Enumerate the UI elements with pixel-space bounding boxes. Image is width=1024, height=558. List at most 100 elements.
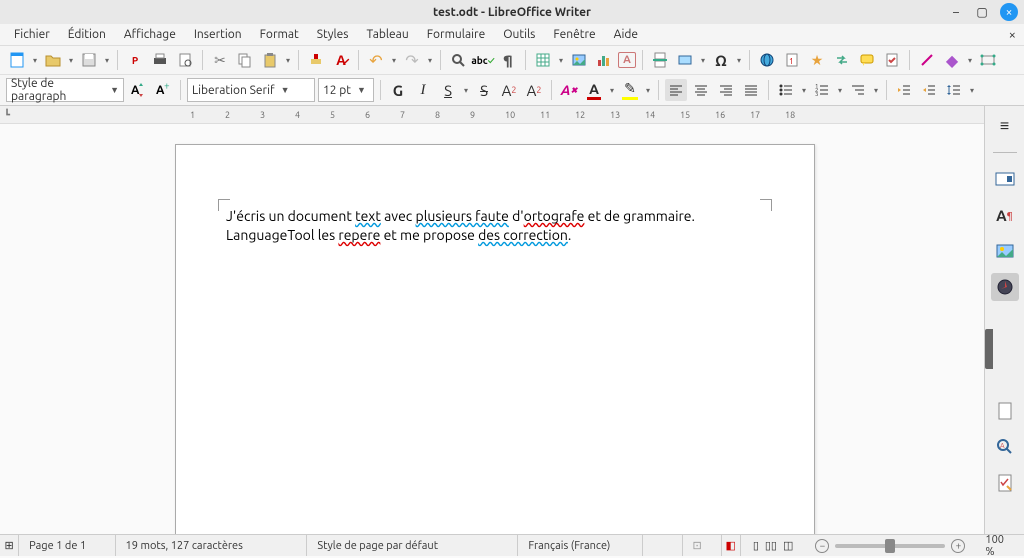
status-language[interactable]: Français (France) — [518, 535, 643, 556]
open-dropdown[interactable]: ▾ — [67, 56, 75, 65]
underline-dropdown[interactable]: ▾ — [462, 86, 470, 95]
sidebar-navigator-icon[interactable] — [991, 273, 1019, 301]
new-style-icon[interactable]: A+ — [152, 79, 174, 101]
clear-direct-format-icon[interactable]: A✖ — [558, 79, 580, 101]
update-style-icon[interactable]: A — [127, 79, 149, 101]
sidebar-menu-icon[interactable]: ≡ — [991, 112, 1019, 140]
field-dropdown[interactable]: ▾ — [699, 56, 707, 65]
font-name-combo[interactable]: Liberation Serif▼ — [187, 78, 315, 102]
minimize-button[interactable]: – — [948, 4, 964, 20]
menu-aide[interactable]: Aide — [606, 26, 646, 43]
menu-fichier[interactable]: Fichier — [6, 26, 58, 43]
insert-footnote-icon[interactable]: 1 — [781, 49, 803, 71]
undo-icon[interactable]: ↶ — [365, 49, 387, 71]
sidebar-collapse-handle[interactable] — [985, 329, 993, 369]
bullet-list-icon[interactable] — [775, 79, 797, 101]
view-book-icon[interactable]: ◫ — [781, 539, 795, 552]
align-center-icon[interactable] — [690, 79, 712, 101]
bullet-dropdown[interactable]: ▾ — [800, 86, 808, 95]
sidebar-inspector-icon[interactable]: A — [991, 433, 1019, 461]
line-spacing-icon[interactable] — [943, 79, 965, 101]
horizontal-ruler[interactable]: ┗ 1 2 3 4 5 6 7 8 9 10 11 12 13 14 15 16… — [0, 106, 984, 124]
track-changes-icon[interactable] — [881, 49, 903, 71]
spellcheck-icon[interactable]: abc✓ — [472, 49, 494, 71]
zoom-in-button[interactable]: + — [951, 539, 965, 553]
outline-list-icon[interactable] — [847, 79, 869, 101]
find-icon[interactable] — [447, 49, 469, 71]
status-signature-icon[interactable]: ◧ — [722, 535, 741, 556]
clear-format-icon[interactable]: A̷ — [330, 49, 352, 71]
save-dropdown[interactable]: ▾ — [103, 56, 111, 65]
fontcolor-dropdown[interactable]: ▾ — [608, 86, 616, 95]
copy-icon[interactable] — [234, 49, 256, 71]
font-size-combo[interactable]: 12 pt▼ — [318, 78, 374, 102]
status-find-icon[interactable]: ⊞ — [0, 535, 19, 556]
increase-indent-icon[interactable] — [893, 79, 915, 101]
paragraph-style-combo[interactable]: Style de paragraph▼ — [6, 78, 124, 102]
page-viewport[interactable]: J'écris un document text avec plusieurs … — [0, 124, 984, 534]
status-pagestyle[interactable]: Style de page par défaut — [307, 535, 518, 556]
menu-format[interactable]: Format — [252, 26, 307, 43]
align-left-icon[interactable] — [665, 79, 687, 101]
shapes-dropdown[interactable]: ▾ — [966, 56, 974, 65]
status-wordcount[interactable]: 19 mots, 127 caractères — [116, 535, 308, 556]
decrease-indent-icon[interactable] — [918, 79, 940, 101]
insert-field-icon[interactable] — [674, 49, 696, 71]
insert-table-icon[interactable] — [532, 49, 554, 71]
document-page[interactable]: J'écris un document text avec plusieurs … — [175, 144, 815, 534]
close-button[interactable]: × — [1000, 3, 1018, 21]
special-dropdown[interactable]: ▾ — [735, 56, 743, 65]
undo-dropdown[interactable]: ▾ — [390, 56, 398, 65]
menu-formulaire[interactable]: Formulaire — [419, 26, 494, 43]
menu-affichage[interactable]: Affichage — [116, 26, 184, 43]
insert-comment-icon[interactable] — [856, 49, 878, 71]
highlight-button[interactable]: ✎ — [619, 79, 641, 101]
status-selection-mode[interactable]: ⊡ — [683, 535, 722, 556]
bold-button[interactable]: G — [387, 79, 409, 101]
new-dropdown[interactable]: ▾ — [31, 56, 39, 65]
menu-styles[interactable]: Styles — [309, 26, 357, 43]
outline-dropdown[interactable]: ▾ — [872, 86, 880, 95]
align-justify-icon[interactable] — [740, 79, 762, 101]
status-insert-mode[interactable] — [643, 535, 682, 556]
font-color-button[interactable]: A — [583, 79, 605, 101]
sidebar-properties-icon[interactable] — [991, 165, 1019, 193]
status-zoom-percent[interactable]: 100 % — [975, 535, 1024, 556]
pdf-icon[interactable]: P — [124, 49, 146, 71]
new-icon[interactable] — [6, 49, 28, 71]
maximize-button[interactable]: ▢ — [974, 4, 990, 20]
menu-insertion[interactable]: Insertion — [186, 26, 250, 43]
spacing-dropdown[interactable]: ▾ — [968, 86, 976, 95]
subscript-button[interactable]: A2 — [523, 79, 545, 101]
view-single-icon[interactable]: ▯ — [751, 539, 761, 552]
sidebar-page-icon[interactable] — [991, 397, 1019, 425]
pilcrow-icon[interactable]: ¶ — [497, 49, 519, 71]
insert-image-icon[interactable] — [568, 49, 590, 71]
strike-button[interactable]: S — [473, 79, 495, 101]
number-dropdown[interactable]: ▾ — [836, 86, 844, 95]
redo-dropdown[interactable]: ▾ — [426, 56, 434, 65]
insert-bookmark-icon[interactable]: ★ — [806, 49, 828, 71]
menu-tableau[interactable]: Tableau — [359, 26, 417, 43]
close-document-button[interactable]: × — [1009, 28, 1016, 42]
save-icon[interactable] — [78, 49, 100, 71]
menu-outils[interactable]: Outils — [495, 26, 543, 43]
paste-dropdown[interactable]: ▾ — [284, 56, 292, 65]
insert-crossref-icon[interactable] — [831, 49, 853, 71]
basic-shapes-icon[interactable]: ◆ — [941, 49, 963, 71]
insert-chart-icon[interactable] — [593, 49, 615, 71]
sidebar-gallery-icon[interactable] — [991, 237, 1019, 265]
sidebar-styles-icon[interactable]: A¶ — [991, 201, 1019, 229]
status-page[interactable]: Page 1 de 1 — [19, 535, 115, 556]
superscript-button[interactable]: A2 — [498, 79, 520, 101]
italic-button[interactable]: I — [412, 79, 434, 101]
redo-icon[interactable]: ↷ — [401, 49, 423, 71]
zoom-out-button[interactable]: − — [815, 539, 829, 553]
insert-textbox-icon[interactable]: A — [618, 52, 636, 68]
insert-special-icon[interactable]: Ω — [710, 49, 732, 71]
clone-format-icon[interactable] — [305, 49, 327, 71]
zoom-slider[interactable] — [835, 544, 945, 548]
document-line-2[interactable]: LanguageTool les repere et me propose de… — [226, 226, 764, 245]
cut-icon[interactable]: ✂ — [209, 49, 231, 71]
print-icon[interactable] — [149, 49, 171, 71]
